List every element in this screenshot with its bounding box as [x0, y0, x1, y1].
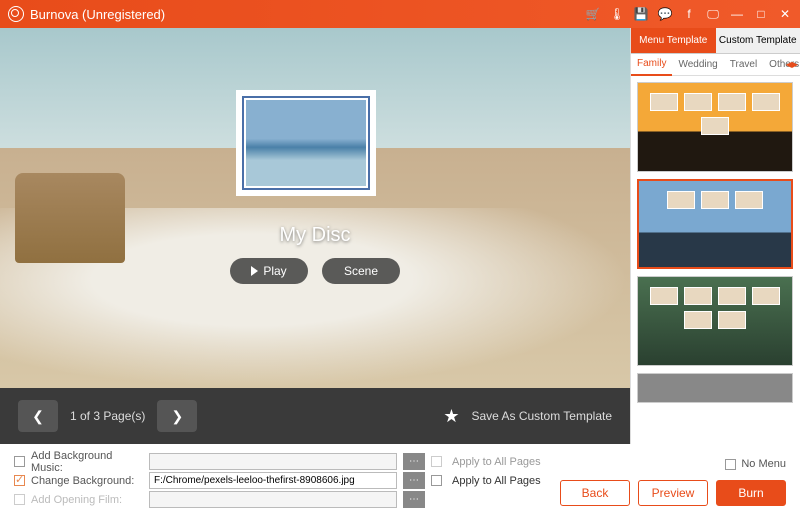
save-icon[interactable]: 💾 — [634, 7, 648, 21]
disc-title[interactable]: My Disc — [279, 224, 350, 247]
no-menu-option: No Menu — [725, 458, 786, 470]
video-thumbnail-stamp[interactable] — [236, 90, 376, 196]
template-thumb-1[interactable] — [637, 82, 793, 172]
cart-icon[interactable]: 🛒 — [586, 7, 600, 21]
no-menu-label: No Menu — [741, 458, 786, 470]
app-logo-icon — [8, 6, 24, 22]
right-controls: No Menu Back Preview Burn — [560, 458, 786, 506]
pager-bar: ❮ 1 of 3 Page(s) ❯ ★ Save As Custom Temp… — [0, 388, 630, 444]
prev-page-button[interactable]: ❮ — [18, 400, 58, 432]
music-apply-all-checkbox — [431, 456, 442, 467]
bg-apply-all-checkbox[interactable] — [431, 475, 442, 486]
change-bg-input[interactable] — [149, 472, 397, 489]
add-film-checkbox — [14, 494, 25, 505]
menu-preview: My Disc Play Scene — [0, 28, 630, 388]
no-menu-checkbox[interactable] — [725, 459, 736, 470]
monitor-icon[interactable]: 🖵 — [706, 7, 720, 21]
template-sidebar: Menu Template Custom Template Family Wed… — [630, 28, 800, 444]
chat-icon[interactable]: 💬 — [658, 7, 672, 21]
add-film-label: Add Opening Film: — [31, 494, 143, 506]
category-travel[interactable]: Travel — [724, 59, 763, 70]
minimize-icon[interactable]: — — [730, 7, 744, 21]
app-title: Burnova (Unregistered) — [30, 7, 586, 22]
scene-label: Scene — [344, 264, 378, 278]
scene-button[interactable]: Scene — [322, 258, 400, 284]
template-thumbnails — [631, 76, 800, 444]
titlebar: Burnova (Unregistered) 🛒 🌡 💾 💬 f 🖵 — □ ✕ — [0, 0, 800, 28]
thermometer-icon[interactable]: 🌡 — [610, 7, 624, 21]
change-bg-browse-button[interactable]: ⋯ — [403, 472, 425, 489]
facebook-icon[interactable]: f — [682, 7, 696, 21]
play-button[interactable]: Play — [230, 258, 308, 284]
preview-button[interactable]: Preview — [638, 480, 708, 506]
play-label: Play — [263, 264, 286, 278]
add-music-browse-button[interactable]: ⋯ — [403, 453, 425, 470]
add-film-browse-button[interactable]: ⋯ — [403, 491, 425, 508]
main-area: My Disc Play Scene ❮ 1 of 3 Page(s) ❯ ★ … — [0, 28, 800, 444]
bottom-panel: Add Background Music: ⋯ Apply to All Pag… — [0, 444, 800, 514]
play-icon — [251, 266, 258, 276]
template-thumb-2[interactable] — [637, 179, 793, 269]
page-indicator: 1 of 3 Page(s) — [70, 409, 145, 423]
change-bg-checkbox[interactable] — [14, 475, 25, 486]
preview-pane: My Disc Play Scene ❮ 1 of 3 Page(s) ❯ ★ … — [0, 28, 630, 444]
add-music-input — [149, 453, 397, 470]
save-as-template-button[interactable]: Save As Custom Template — [471, 409, 612, 423]
category-scroll-icon[interactable]: ◀▶ — [786, 60, 798, 69]
maximize-icon[interactable]: □ — [754, 7, 768, 21]
category-family[interactable]: Family — [631, 54, 672, 76]
back-button[interactable]: Back — [560, 480, 630, 506]
change-bg-label: Change Background: — [31, 475, 143, 487]
burn-button[interactable]: Burn — [716, 480, 786, 506]
template-thumb-4[interactable] — [637, 373, 793, 403]
template-tabs: Menu Template Custom Template — [631, 28, 800, 54]
bg-apply-all-label: Apply to All Pages — [452, 475, 541, 487]
menu-buttons: Play Scene — [230, 258, 400, 284]
category-wedding[interactable]: Wedding — [672, 59, 723, 70]
template-thumb-3[interactable] — [637, 276, 793, 366]
tab-menu-template[interactable]: Menu Template — [631, 28, 716, 54]
next-page-button[interactable]: ❯ — [157, 400, 197, 432]
tab-custom-template[interactable]: Custom Template — [716, 28, 800, 54]
add-film-input — [149, 491, 397, 508]
add-music-label: Add Background Music: — [31, 450, 143, 474]
titlebar-icons: 🛒 🌡 💾 💬 f 🖵 — □ ✕ — [586, 7, 792, 21]
category-tabs: Family Wedding Travel Others ◀▶ — [631, 54, 800, 76]
star-icon: ★ — [443, 406, 459, 427]
close-icon[interactable]: ✕ — [778, 7, 792, 21]
add-music-checkbox[interactable] — [14, 456, 25, 467]
music-apply-all-label: Apply to All Pages — [452, 456, 541, 468]
